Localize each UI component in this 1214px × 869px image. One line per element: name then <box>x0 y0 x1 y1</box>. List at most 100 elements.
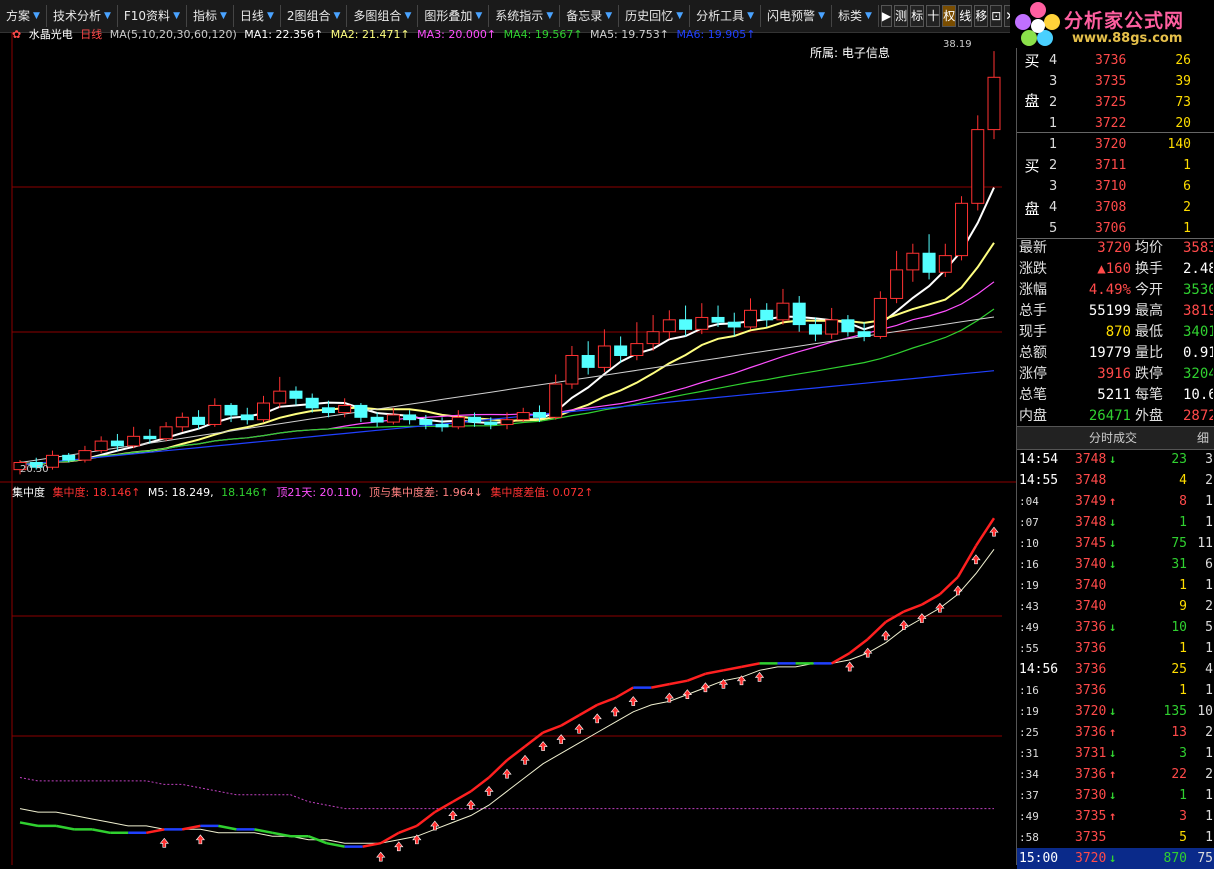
price: 3720 <box>1095 137 1127 152</box>
quote-row: 总额 19779 量比 0.91 <box>1017 343 1214 364</box>
toolbar-button[interactable]: 方案 ▼ <box>0 5 47 27</box>
tick-row[interactable]: :04 3749 ↑ 8 1 <box>1017 491 1214 512</box>
ticks-detail-button[interactable]: 细 <box>1197 427 1209 449</box>
tick-row[interactable]: 14:56 3736 25 4 <box>1017 659 1214 680</box>
settings-gear-icon[interactable]: ✿ <box>12 28 21 41</box>
ticks-title[interactable]: 分时成交 <box>1089 427 1137 449</box>
toolbar-button[interactable]: 标类 ▼ <box>832 5 879 27</box>
tick-row[interactable]: :58 3735 5 1 <box>1017 827 1214 848</box>
candle-body <box>240 414 254 421</box>
volume: 6 <box>1183 179 1191 194</box>
tick-row[interactable]: :07 3748 ↓ 1 1 <box>1017 512 1214 533</box>
toolbar-button[interactable]: 系统指示 ▼ <box>489 5 561 27</box>
period-label[interactable]: 日线 <box>80 28 102 41</box>
tick-count: 10 <box>1197 704 1213 719</box>
tick-price: 3749 <box>1075 494 1107 509</box>
quote-row: 总笔 5211 每笔 10.6 <box>1017 385 1214 406</box>
tick-count: 1 <box>1205 494 1213 509</box>
toolbar-square-button[interactable]: ▶ <box>880 5 893 27</box>
tick-row[interactable]: :49 3736 ↓ 10 5 <box>1017 617 1214 638</box>
candle-body <box>419 419 433 425</box>
dropdown-arrow-icon: ▼ <box>266 11 274 21</box>
quote-key: 涨停 <box>1019 366 1047 382</box>
dropdown-arrow-icon: ▼ <box>404 11 412 21</box>
toolbar-button[interactable]: 2图组合 ▼ <box>281 5 348 27</box>
toolbar-button[interactable]: 指标 ▼ <box>187 5 234 27</box>
orderbook-buy-row[interactable]: 4 3708 2 <box>1047 197 1214 218</box>
volume: 2 <box>1183 200 1191 215</box>
toolbar-button[interactable]: 闪电预警 ▼ <box>761 5 832 27</box>
tick-volume: 1 <box>1179 641 1187 656</box>
tick-row[interactable]: :16 3736 1 1 <box>1017 680 1214 701</box>
tick-row[interactable]: :34 3736 ↑ 22 2 <box>1017 764 1214 785</box>
quote-value-2: 2.48% <box>1183 261 1213 277</box>
chart-canvas[interactable] <box>0 32 1016 865</box>
up-arrow-icon <box>736 675 747 686</box>
tick-direction: ↑ <box>1109 809 1117 823</box>
ma4-value: MA4: 19.567↑ <box>503 28 583 41</box>
tick-price: 3731 <box>1075 746 1107 761</box>
toolbar-square-button[interactable]: ⊡ <box>990 5 1003 27</box>
toolbar-button[interactable]: 技术分析 ▼ <box>47 5 118 27</box>
tick-volume: 23 <box>1171 452 1187 467</box>
toolbar-button[interactable]: 历史回忆 ▼ <box>619 5 691 27</box>
toolbar-square-button[interactable]: 测 <box>894 5 909 27</box>
tick-price: 3736 <box>1075 620 1107 635</box>
toolbar-button[interactable]: 日线 ▼ <box>234 5 281 27</box>
indicator-name[interactable]: 集中度 <box>12 486 45 499</box>
tick-row[interactable]: :49 3735 ↑ 3 1 <box>1017 806 1214 827</box>
toolbar-square-button[interactable]: 标 <box>910 5 925 27</box>
toolbar-button[interactable]: 图形叠加 ▼ <box>418 5 490 27</box>
price: 3708 <box>1095 200 1127 215</box>
dropdown-arrow-icon: ▼ <box>33 11 40 21</box>
tick-volume: 8 <box>1179 494 1187 509</box>
tick-volume: 75 <box>1171 536 1187 551</box>
tick-row[interactable]: 14:55 3748 4 2 <box>1017 470 1214 491</box>
tick-row[interactable]: 14:54 3748 ↓ 23 3 <box>1017 449 1214 470</box>
orderbook-buy-row[interactable]: 3 3710 6 <box>1047 176 1214 197</box>
tick-price: 3740 <box>1075 578 1107 593</box>
ma1-value: MA1: 22.356↑ <box>244 28 324 41</box>
concentration-segment <box>705 669 724 675</box>
tick-count: 1 <box>1205 515 1213 530</box>
toolbar-button[interactable]: 备忘录 ▼ <box>560 5 620 27</box>
concentration-segment <box>272 831 291 838</box>
tick-row[interactable]: :55 3736 1 1 <box>1017 638 1214 659</box>
toolbar-button[interactable]: 多图组合 ▼ <box>347 5 419 27</box>
tick-row[interactable]: :16 3740 ↓ 31 6 <box>1017 554 1214 575</box>
quote-row: 最新 3720 均价 3583 <box>1017 238 1214 259</box>
tick-row[interactable]: :10 3745 ↓ 75 11 <box>1017 533 1214 554</box>
candle-body <box>159 426 173 440</box>
toolbar-square-button[interactable]: 权 <box>942 5 957 27</box>
tick-row[interactable]: :37 3730 ↓ 1 1 <box>1017 785 1214 806</box>
volume: 73 <box>1175 95 1191 110</box>
orderbook-sell-row[interactable]: 3 3735 39 <box>1047 71 1214 92</box>
tick-row[interactable]: :19 3740 1 1 <box>1017 575 1214 596</box>
chart-area[interactable] <box>0 32 1016 865</box>
toolbar-square-button[interactable]: 移 <box>974 5 989 27</box>
tick-row[interactable]: :43 3740 9 2 <box>1017 596 1214 617</box>
candle-body <box>354 404 368 418</box>
quote-value-2: 3819 <box>1183 303 1213 319</box>
tick-volume: 3 <box>1179 746 1187 761</box>
toolbar-button[interactable]: F10资料 ▼ <box>118 5 187 27</box>
orderbook-sell-row[interactable]: 1 3722 20 <box>1047 113 1214 134</box>
tick-price: 3745 <box>1075 536 1107 551</box>
candle-body <box>403 414 417 421</box>
candle-body <box>581 354 595 368</box>
orderbook-sell-row[interactable]: 4 3736 26 <box>1047 50 1214 71</box>
orderbook-buy-row[interactable]: 2 3711 1 <box>1047 155 1214 176</box>
orderbook-sell-row[interactable]: 2 3725 73 <box>1047 92 1214 113</box>
tick-row[interactable]: :19 3720 ↓ 135 10 <box>1017 701 1214 722</box>
tick-row[interactable]: :25 3736 ↑ 13 2 <box>1017 722 1214 743</box>
tick-volume: 9 <box>1179 599 1187 614</box>
tick-row[interactable]: :31 3731 ↓ 3 1 <box>1017 743 1214 764</box>
orderbook-buy-row[interactable]: 5 3706 1 <box>1047 218 1214 239</box>
toolbar-square-button[interactable]: 十 <box>926 5 941 27</box>
orderbook-buy-row[interactable]: 1 3720 140 <box>1047 134 1214 155</box>
toolbar-square-button[interactable]: 线 <box>958 5 973 27</box>
volume: 39 <box>1175 74 1191 89</box>
tick-row[interactable]: 15:00 3720 ↓ 870 75 <box>1017 848 1214 869</box>
toolbar-button[interactable]: 分析工具 ▼ <box>690 5 762 27</box>
quote-row: 现手 870 最低 3401 <box>1017 322 1214 343</box>
